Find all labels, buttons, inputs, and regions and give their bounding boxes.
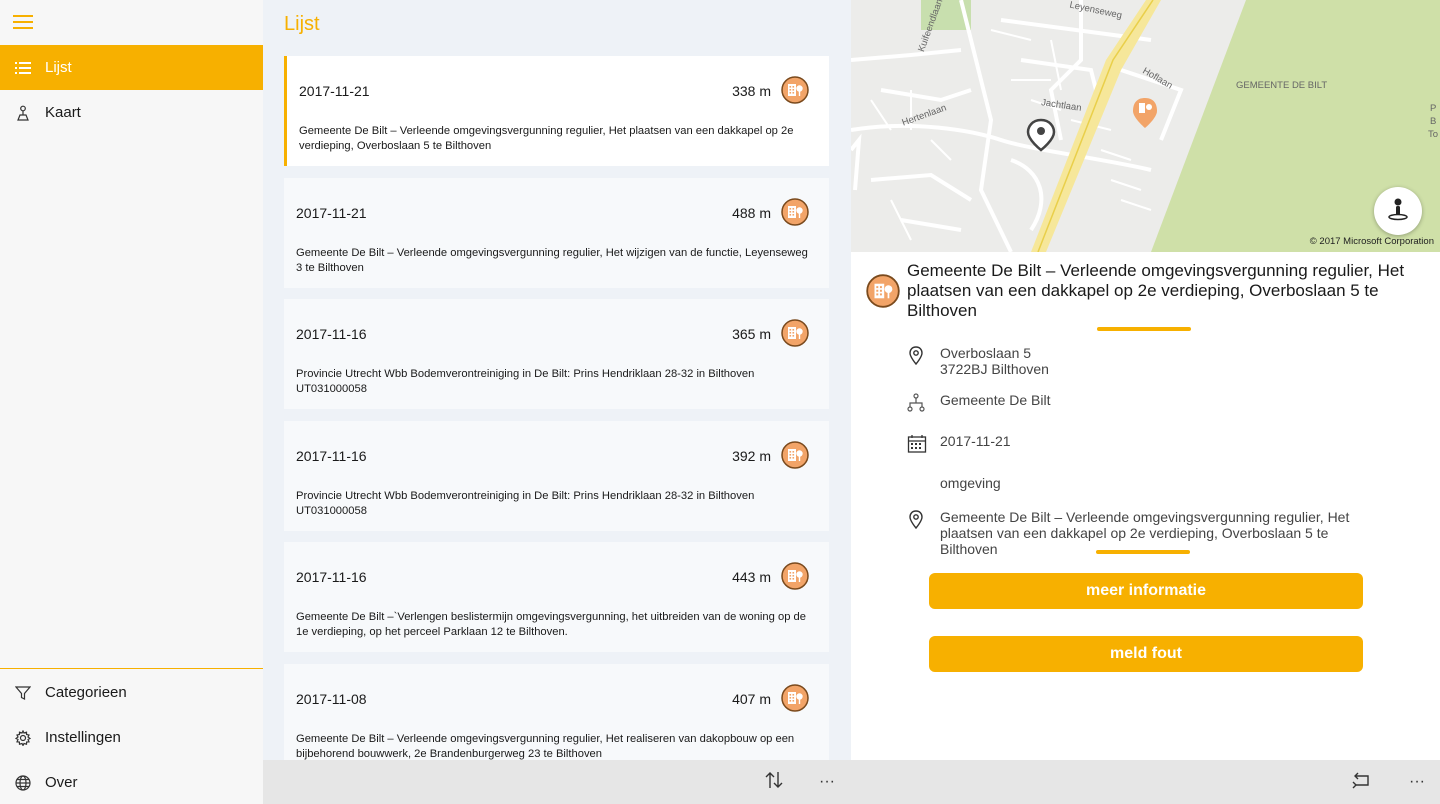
nav-item-over[interactable]: Over [0,760,263,804]
building-tree-icon [781,319,809,352]
map-canvas [851,0,1440,252]
sort-icon [764,770,784,795]
item-date: 2017-11-21 [296,205,367,221]
item-description: Provincie Utrecht Wbb Bodemverontreinigi… [296,490,755,517]
meer-informatie-button[interactable]: meer informatie [929,573,1363,609]
item-date: 2017-11-16 [296,448,367,464]
item-description: Gemeente De Bilt – Verleende omgevingsve… [296,733,795,760]
nav-label-lijst: Lijst [45,59,72,76]
list-item[interactable]: 2017-11-21 488 m Gemeente De Bilt – Verl… [284,178,829,288]
item-distance: 392 m [732,448,771,464]
item-distance: 365 m [732,326,771,342]
locate-me-button[interactable] [1374,187,1422,235]
accent-divider [1096,550,1190,554]
building-tree-icon [866,274,900,313]
building-tree-icon [781,441,809,474]
address-line1: Overboslaan 5 [940,345,1032,361]
map-person-icon [0,105,45,121]
hamburger-icon[interactable] [13,15,33,31]
sort-button[interactable] [762,768,786,796]
nav-label-over: Over [45,774,78,791]
map-copyright: © 2017 Microsoft Corporation [1309,236,1434,247]
map-label-edge-to: To [1428,129,1439,140]
filter-icon [0,685,45,701]
item-date: 2017-11-21 [299,83,370,99]
list-item[interactable]: 2017-11-16 392 m Provincie Utrecht Wbb B… [284,421,829,531]
map-label-edge-b: B [1430,116,1437,127]
more-button-right[interactable]: ··· [1405,768,1429,796]
item-date: 2017-11-08 [296,691,367,707]
location-pin-icon [907,345,940,369]
building-tree-icon [781,76,809,109]
nav-item-categorieen[interactable]: Categorieen [0,670,263,715]
hierarchy-icon [907,392,940,416]
list-item[interactable]: 2017-11-16 443 m Gemeente De Bilt –`Verl… [284,542,829,652]
date-label: 2017-11-21 [940,433,1011,449]
sidebar: Lijst Kaart Categorieen Instellingen Ove… [0,0,263,804]
category-label: omgeving [940,475,1001,491]
item-distance: 443 m [732,569,771,585]
item-distance: 488 m [732,205,771,221]
detail-date: 2017-11-21 [907,433,1011,457]
item-distance: 338 m [732,83,771,99]
address-line2: 3722BJ Bilthoven [940,361,1049,377]
organization-label: Gemeente De Bilt [940,392,1051,408]
detail-organization: Gemeente De Bilt [907,392,1051,416]
building-tree-icon [781,684,809,717]
detail-title: Gemeente De Bilt – Verleende omgevingsve… [907,261,1405,320]
repeat-icon [1352,771,1372,794]
list-panel: Lijst 2017-11-21 338 m Gemeente De Bilt … [263,0,851,760]
calendar-icon [907,433,940,457]
item-date: 2017-11-16 [296,326,367,342]
map-label-gemeente: GEMEENTE DE BILT [1236,80,1328,91]
detail-category: omgeving [907,475,1001,491]
building-tree-icon [781,198,809,231]
nav-item-lijst[interactable]: Lijst [0,45,263,90]
accent-divider [1097,327,1191,331]
location-pin-icon [907,509,940,533]
building-tree-icon [781,562,809,595]
meld-fout-button[interactable]: meld fout [929,636,1363,672]
person-locate-icon [1385,196,1411,227]
detail-address: Overboslaan 5 3722BJ Bilthoven [907,345,1049,377]
repeat-button[interactable] [1350,768,1374,796]
item-description: Gemeente De Bilt – Verleende omgevingsve… [299,125,794,152]
item-description: Gemeente De Bilt –`Verlengen beslistermi… [296,611,806,638]
nav-divider [0,668,263,669]
list-item[interactable]: 2017-11-21 338 m Gemeente De Bilt – Verl… [284,56,829,166]
gear-icon [0,729,45,746]
item-date: 2017-11-16 [296,569,367,585]
item-distance: 407 m [732,691,771,707]
nav-item-instellingen[interactable]: Instellingen [0,715,263,760]
nav-label-categorieen: Categorieen [45,684,127,701]
detail-panel: Gemeente De Bilt – Verleende omgevingsve… [851,252,1440,760]
list-icon [0,61,45,75]
more-button[interactable]: ··· [815,768,839,796]
list-item[interactable]: 2017-11-16 365 m Provincie Utrecht Wbb B… [284,299,829,409]
list-title: Lijst [284,13,320,35]
item-description: Provincie Utrecht Wbb Bodemverontreinigi… [296,368,755,395]
map-view[interactable]: Leyenseweg Hoflaan Jachtlaan Hertenlaan … [851,0,1440,252]
globe-icon [0,774,45,791]
command-bar: ··· ··· [263,760,1440,804]
map-label-edge-p: P [1430,103,1437,114]
list-item[interactable]: 2017-11-08 407 m Gemeente De Bilt – Verl… [284,664,829,760]
nav-label-kaart: Kaart [45,104,81,121]
item-description: Gemeente De Bilt – Verleende omgevingsve… [296,247,808,274]
nav-item-kaart[interactable]: Kaart [0,90,263,135]
nav-label-instellingen: Instellingen [45,729,121,746]
